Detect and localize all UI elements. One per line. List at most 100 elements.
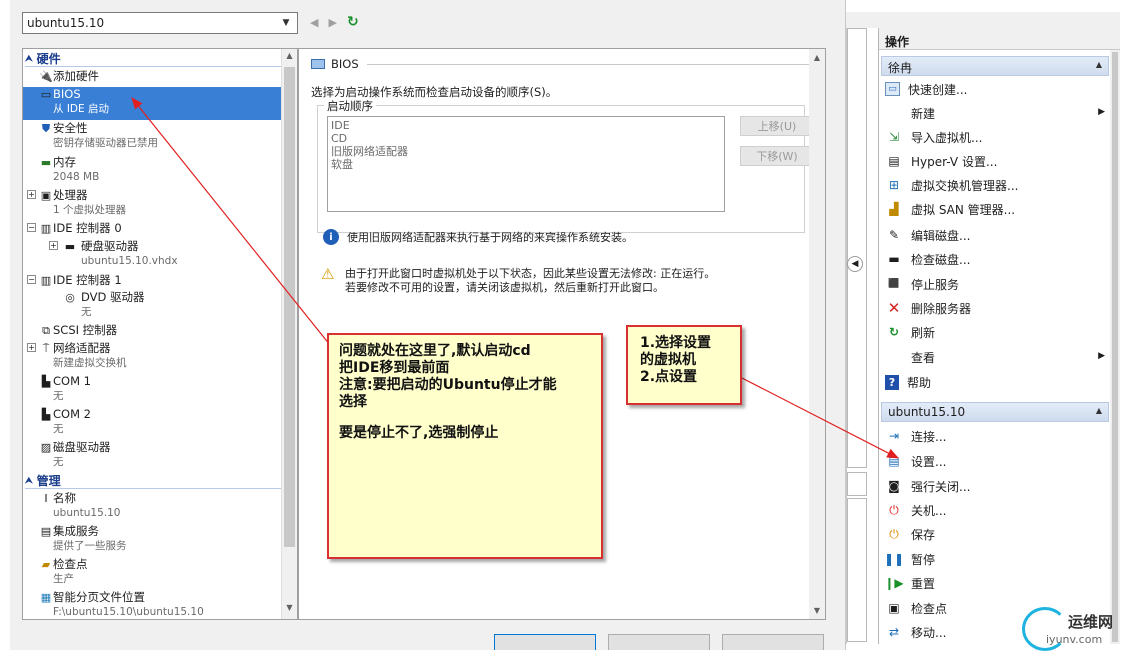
action-delete-server[interactable]: ✕ 删除服务器 [885, 297, 1107, 319]
tree-item-dvd-drive[interactable]: ◎ DVD 驱动器 无 [23, 290, 281, 323]
list-item[interactable]: 软盘 [331, 158, 721, 171]
ok-button[interactable] [494, 634, 596, 650]
tree-item-memory[interactable]: ▬ 内存 2048 MB [23, 155, 281, 188]
action-refresh[interactable]: ↻ 刷新 [885, 321, 1107, 343]
scroll-thumb[interactable] [1112, 52, 1118, 642]
cancel-button[interactable] [608, 634, 710, 650]
actions-scrollbar[interactable] [1110, 50, 1120, 644]
vm-list-pane [847, 28, 867, 468]
list-item[interactable]: 旧版网络适配器 [331, 145, 721, 158]
scroll-thumb[interactable] [284, 67, 295, 547]
scroll-down-icon[interactable]: ▼ [812, 606, 822, 615]
tree-item-scsi-controller[interactable]: ⧉ SCSI 控制器 [23, 323, 281, 340]
tree-item-name[interactable]: Ⅰ 名称 ubuntu15.10 [23, 491, 281, 524]
scroll-button-icon[interactable]: ◀ [847, 256, 863, 272]
collapse-icon[interactable]: ⮝ [25, 54, 33, 64]
server-group-header[interactable]: 徐冉 ▲ [881, 56, 1109, 76]
vm-select[interactable]: ubuntu15.10 ▼ [22, 12, 298, 34]
processor-icon: ▣ [40, 189, 52, 202]
action-import-vm[interactable]: ⇲ 导入虚拟机... [885, 126, 1107, 148]
apply-button[interactable] [722, 634, 824, 650]
collapse-icon[interactable]: ▲ [1096, 60, 1102, 69]
collapse-icon[interactable]: ⮝ [25, 476, 33, 486]
stop-service-icon: ⬛ [888, 279, 900, 289]
move-up-button[interactable]: 上移(U) [740, 116, 814, 136]
tree-item-com2[interactable]: ▙ COM 2 无 [23, 407, 281, 440]
tree-item-com1[interactable]: ▙ COM 1 无 [23, 374, 281, 407]
tree-item-processor[interactable]: + ▣ 处理器 1 个虚拟处理器 [23, 188, 281, 221]
connect-icon: ⇥ [888, 429, 900, 443]
refresh-icon[interactable]: ↻ [347, 14, 359, 30]
action-new[interactable]: 新建 ▶ [885, 102, 1107, 124]
back-icon[interactable]: ◀ [310, 16, 318, 29]
pause-icon: ❚❚ [883, 552, 905, 566]
info-message: i 使用旧版网络适配器来执行基于网络的来宾操作系统安装。 [323, 229, 633, 245]
move-down-button[interactable]: 下移(W) [740, 146, 814, 166]
hard-drive-icon: ▬ [64, 240, 76, 253]
tree-item-hard-drive[interactable]: + ▬ 硬盘驱动器 ubuntu15.10.vhdx [23, 239, 281, 272]
action-shutdown[interactable]: ⏻ 关机... [885, 499, 1107, 521]
action-stop-service[interactable]: ⬛ 停止服务 [885, 273, 1107, 295]
action-virtual-switch-manager[interactable]: ⊞ 虚拟交换机管理器... [885, 174, 1107, 196]
manage-section-header[interactable]: ⮝ 管理 [25, 473, 281, 489]
vm-group-header[interactable]: ubuntu15.10 ▲ [881, 402, 1109, 422]
tree-item-security[interactable]: ⛊ 安全性 密钥存储驱动器已禁用 [23, 121, 281, 154]
action-inspect-disk[interactable]: ▬ 检查磁盘... [885, 248, 1107, 270]
inspect-disk-icon: ▬ [888, 252, 900, 266]
expand-icon[interactable]: + [27, 190, 36, 199]
tree-item-smart-paging[interactable]: ▦ 智能分页文件位置 F:\ubuntu15.10\ubuntu15.10 [23, 590, 281, 619]
scroll-up-icon[interactable]: ▲ [284, 51, 295, 65]
action-turn-off[interactable]: ◙ 强行关闭... [885, 475, 1107, 497]
panel-scrollbar[interactable]: ▲ ▼ [809, 49, 825, 619]
forward-icon[interactable]: ▶ [328, 16, 336, 29]
chevron-down-icon[interactable]: ▼ [278, 14, 294, 32]
scroll-up-icon[interactable]: ▲ [812, 53, 822, 62]
reset-icon: ❙▶ [884, 576, 904, 590]
list-item[interactable]: CD [331, 132, 721, 145]
ide-controller-icon: ▥ [40, 222, 52, 235]
action-help[interactable]: ? 帮助 [885, 371, 1107, 393]
tree-item-ide-controller-0[interactable]: − ▥ IDE 控制器 0 [23, 221, 281, 238]
collapse-tree-icon[interactable]: − [27, 223, 36, 232]
smart-paging-icon: ▦ [40, 591, 52, 604]
actions-pane: 操作 徐冉 ▲ ▭ 快速创建... 新建 ▶ ⇲ 导入虚拟机... ▤ Hype… [878, 28, 1120, 644]
collapse-tree-icon[interactable]: − [27, 275, 36, 284]
tree-item-diskette-drive[interactable]: ▨ 磁盘驱动器 无 [23, 440, 281, 473]
manager-toolbar-strip [846, 12, 1120, 28]
manager-center-pane: ◀ [846, 28, 878, 644]
action-save[interactable]: ⏻ 保存 [885, 523, 1107, 545]
action-virtual-san-manager[interactable]: ▟ 虚拟 SAN 管理器... [885, 198, 1107, 220]
import-icon: ⇲ [888, 130, 900, 144]
tree-item-checkpoints[interactable]: ▰ 检查点 生产 [23, 557, 281, 590]
bios-icon [311, 59, 325, 69]
checkpoint-icon: ▣ [888, 601, 900, 615]
scroll-down-icon[interactable]: ▼ [284, 603, 295, 617]
boot-order-list[interactable]: IDE CD 旧版网络适配器 软盘 [327, 116, 725, 212]
pane-divider [847, 472, 867, 496]
settings-icon: ▤ [888, 154, 900, 168]
collapse-icon[interactable]: ▲ [1096, 406, 1102, 415]
action-view[interactable]: 查看 ▶ [885, 346, 1107, 368]
list-item[interactable]: IDE [331, 119, 721, 132]
tree-item-integration-services[interactable]: ▤ 集成服务 提供了一些服务 [23, 524, 281, 557]
tree-item-network-adapter[interactable]: + ⍑ 网络适配器 新建虚拟交换机 [23, 341, 281, 374]
tree-item-ide-controller-1[interactable]: − ▥ IDE 控制器 1 [23, 273, 281, 290]
help-icon: ? [885, 374, 899, 390]
memory-icon: ▬ [40, 156, 52, 169]
action-quick-create[interactable]: ▭ 快速创建... [885, 78, 1107, 100]
tree-scrollbar[interactable]: ▲ ▼ [281, 49, 297, 619]
action-pause[interactable]: ❚❚ 暂停 [883, 548, 1107, 570]
action-edit-disk[interactable]: ✎ 编辑磁盘... [885, 224, 1107, 246]
com-port-icon: ▙ [41, 375, 51, 388]
expand-icon[interactable]: + [49, 241, 58, 250]
tree-item-bios[interactable]: ▭ BIOS 从 IDE 启动 [23, 87, 281, 120]
action-hyperv-settings[interactable]: ▤ Hyper-V 设置... [885, 150, 1107, 172]
action-vm-settings[interactable]: ▤ 设置... [885, 450, 1107, 472]
tree-item-add-hardware[interactable]: 🔌 添加硬件 [23, 69, 281, 86]
hardware-section-header[interactable]: ⮝ 硬件 [25, 51, 281, 67]
dvd-icon: ◎ [65, 291, 75, 304]
actions-header: 操作 [879, 28, 1120, 50]
expand-icon[interactable]: + [27, 343, 36, 352]
action-connect[interactable]: ⇥ 连接... [885, 425, 1107, 447]
action-reset[interactable]: ❙▶ 重置 [884, 572, 1107, 594]
